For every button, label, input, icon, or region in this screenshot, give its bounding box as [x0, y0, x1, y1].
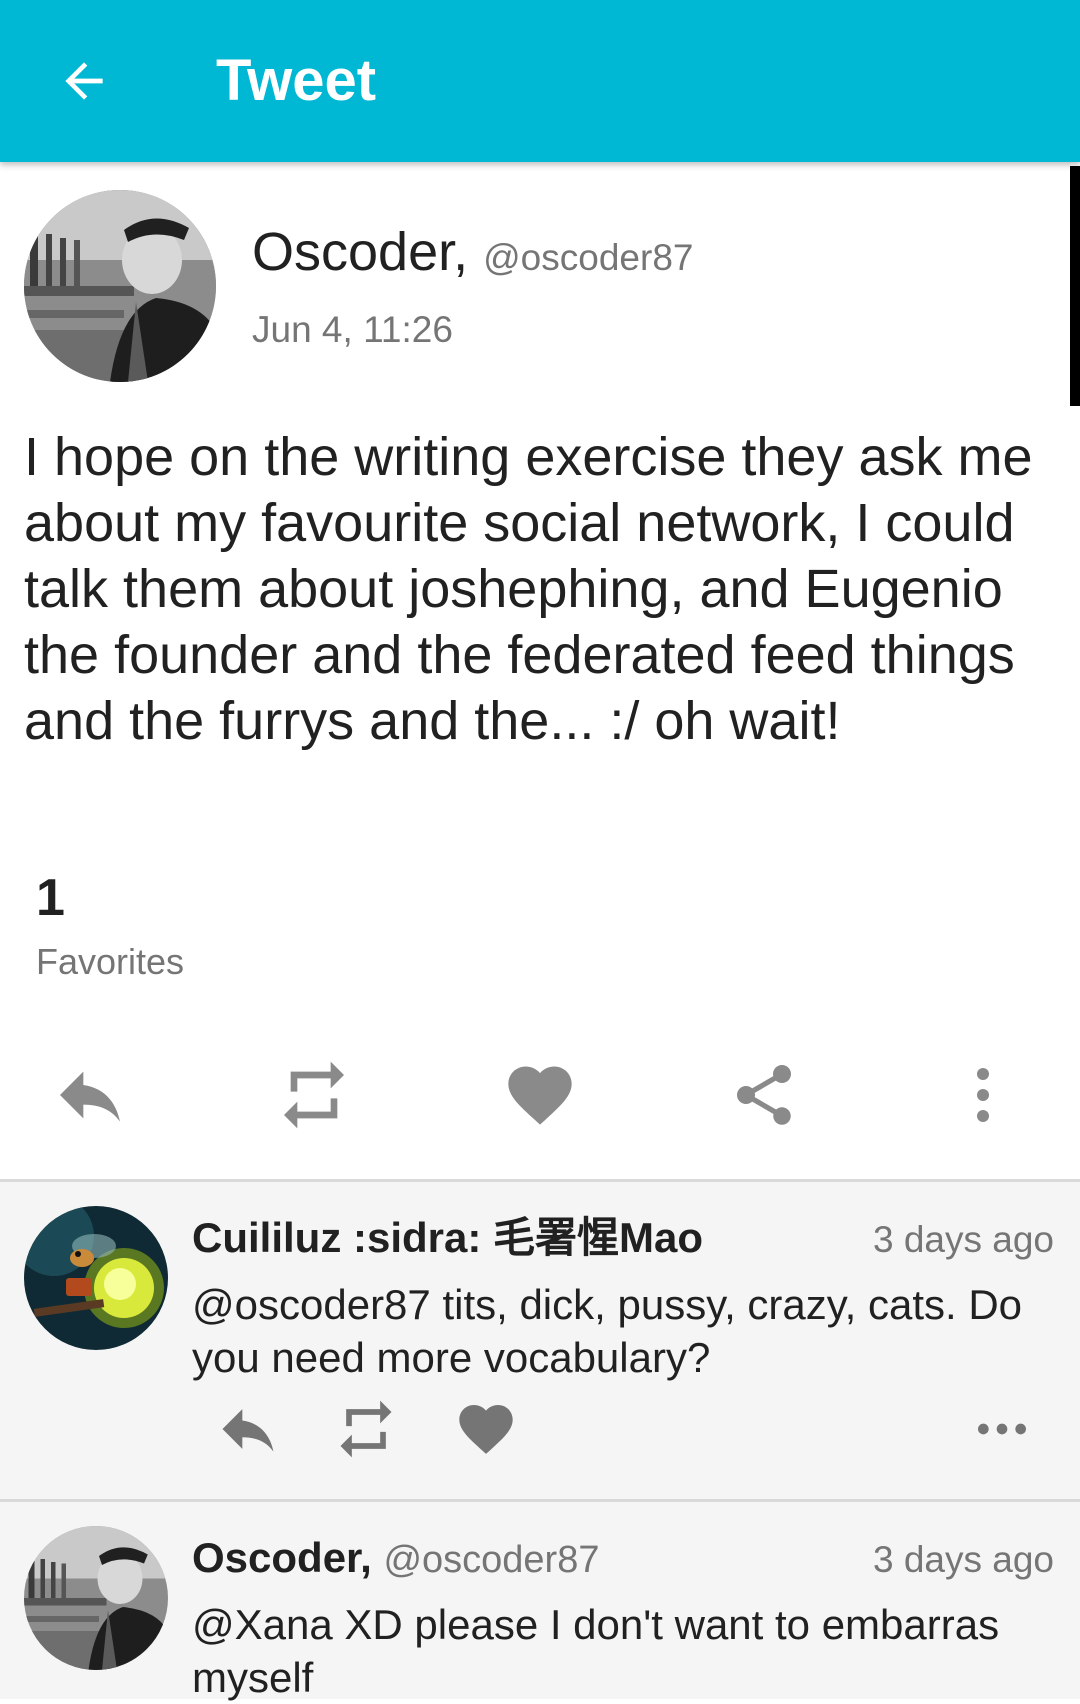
- reply-reply-button[interactable]: [208, 1397, 288, 1461]
- reply-text: @oscoder87 tits, dick, pussy, crazy, cat…: [192, 1281, 1023, 1381]
- reply-avatar[interactable]: [24, 1206, 168, 1350]
- reply-author-handle: @oscoder87: [383, 1539, 600, 1581]
- more-options-button[interactable]: [933, 1055, 1033, 1135]
- reply-author[interactable]: Oscoder, @oscoder87: [192, 1532, 599, 1586]
- reply-item[interactable]: Cuililuz :sidra: 毛署惺Mao 3 days ago @osco…: [0, 1182, 1080, 1499]
- favorites-label[interactable]: Favorites: [36, 940, 184, 984]
- repeat-icon: [284, 1061, 344, 1129]
- favorites-count[interactable]: 1: [36, 868, 65, 928]
- heart-icon: [459, 1405, 513, 1454]
- reply-icon: [222, 1409, 274, 1452]
- arrow-back-icon: [65, 62, 103, 100]
- post-text: I hope on the writing exercise they ask …: [24, 427, 1033, 751]
- author-display-name: Oscoder,: [252, 222, 469, 282]
- more-vertical-icon: [977, 1068, 989, 1122]
- scrollbar[interactable]: [1070, 166, 1080, 406]
- retweet-button[interactable]: [264, 1055, 364, 1135]
- share-button[interactable]: [714, 1055, 814, 1135]
- reply-text: @Xana XD please I don't want to embarras…: [192, 1601, 1000, 1701]
- reply-favorite-button[interactable]: [446, 1397, 526, 1461]
- author-avatar[interactable]: [24, 190, 216, 382]
- repeat-icon: [340, 1400, 392, 1458]
- tweet-action-bar: [0, 1055, 1080, 1135]
- app-bar: Tweet: [0, 0, 1080, 162]
- page-title: Tweet: [216, 48, 377, 113]
- reply-author-name[interactable]: Cuililuz :sidra: 毛署惺Mao: [192, 1212, 703, 1264]
- avatar-photo: [24, 190, 216, 382]
- heart-icon: [508, 1066, 572, 1125]
- author-name[interactable]: Oscoder, @oscoder87: [252, 220, 693, 290]
- more-horizontal-icon: [978, 1423, 1026, 1435]
- author-handle: @oscoder87: [483, 237, 694, 278]
- reply-icon: [60, 1071, 120, 1122]
- reply-retweet-button[interactable]: [326, 1397, 406, 1461]
- avatar-photo: [24, 1526, 168, 1670]
- firefly-avatar-image: [24, 1206, 168, 1350]
- reply-button[interactable]: [40, 1055, 140, 1135]
- reply-author-name: Oscoder,: [192, 1534, 372, 1581]
- reply-timestamp: 3 days ago: [872, 1219, 1054, 1260]
- back-button[interactable]: [44, 41, 124, 121]
- reply-item[interactable]: Oscoder, @oscoder87 3 days ago @Xana XD …: [0, 1502, 1080, 1701]
- reply-avatar[interactable]: [24, 1526, 168, 1670]
- reply-timestamp: 3 days ago: [872, 1539, 1054, 1580]
- reply-more-button[interactable]: [962, 1397, 1042, 1461]
- share-icon: [737, 1065, 791, 1125]
- post-date: Jun 4, 11:26: [252, 309, 453, 350]
- favorite-button[interactable]: [490, 1055, 590, 1135]
